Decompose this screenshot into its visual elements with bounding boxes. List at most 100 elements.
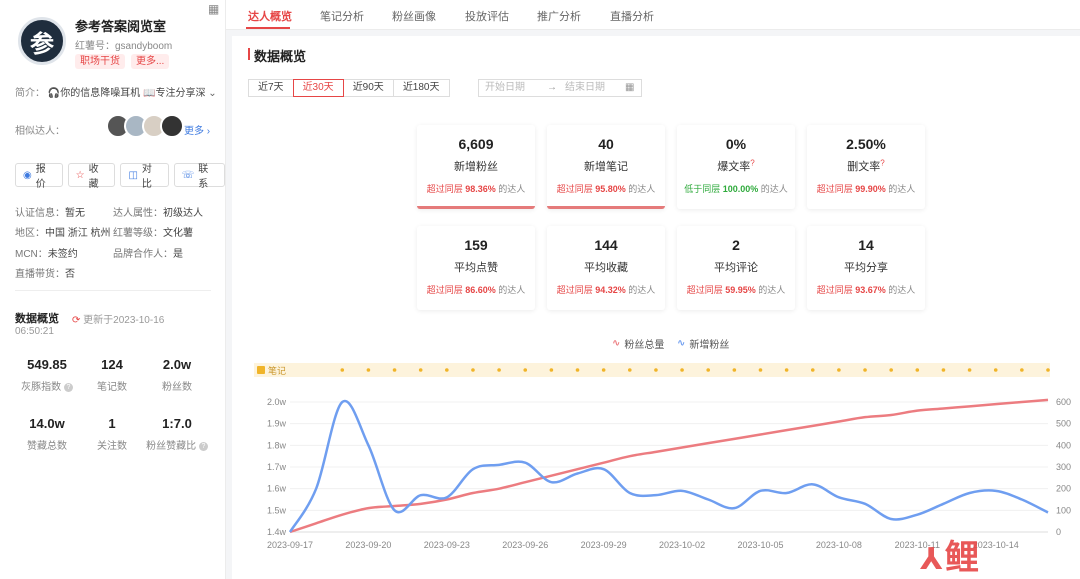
note-dot: [523, 368, 528, 372]
legend-new-fans[interactable]: ∿ 新增粉丝: [677, 336, 729, 351]
help-icon[interactable]: ?: [750, 158, 754, 167]
section-title: 数据概览: [248, 46, 306, 65]
action-bar: ◉ 报价 ☆ 收藏 ◫ 对比 ☏ 联系: [15, 163, 225, 190]
y-left-tick: 1.9w: [267, 419, 287, 429]
note-dot: [654, 368, 658, 372]
update-status[interactable]: ⟳ 更新于2023-10-16: [72, 311, 164, 326]
compare-button[interactable]: ◫ 对比: [120, 163, 169, 190]
y-left-tick: 1.7w: [267, 462, 287, 472]
x-tick: 2023-09-23: [424, 540, 470, 550]
card-delete-rate: 2.50% 删文率? 超过同层 99.90% 的达人: [807, 125, 925, 209]
qr-code-icon[interactable]: ▦: [208, 2, 222, 16]
stat-following: 1 关注数: [97, 416, 127, 452]
card-hit-rate: 0% 爆文率? 低于同层 100.00% 的达人: [677, 125, 795, 209]
note-dot: [392, 368, 397, 372]
note-dot: [445, 368, 449, 372]
note-dot: [497, 368, 501, 372]
quote-label: 报价: [35, 164, 46, 190]
legend-total-fans[interactable]: ∿ 粉丝总量: [612, 336, 664, 351]
note-dot: [340, 368, 345, 372]
card-avg-shares: 14 平均分享 超过同层 93.67% 的达人: [807, 226, 925, 310]
note-dot: [627, 368, 632, 372]
similar-avatar[interactable]: [160, 114, 184, 138]
tab-live[interactable]: 直播分析: [610, 8, 654, 24]
info-brand: 品牌合作人：是: [113, 249, 183, 260]
update-date: 更新于2023-10-16: [83, 315, 165, 326]
start-date-input[interactable]: 开始日期: [485, 80, 525, 96]
help-icon[interactable]: ?: [198, 442, 208, 451]
favorite-label: 收藏: [88, 164, 99, 190]
info-live: 直播带货：否: [15, 269, 75, 280]
info-region: 地区：中国 浙江 杭州: [15, 228, 111, 239]
tab-fans[interactable]: 粉丝画像: [392, 8, 436, 24]
note-dot: [680, 368, 684, 372]
arrow-right-icon: →: [547, 82, 557, 93]
info-mcn: MCN：未签约: [15, 249, 78, 260]
watermark-text: 鲤: [944, 538, 981, 578]
tag-career[interactable]: 职场干货: [75, 54, 125, 69]
quote-icon: ◉: [23, 169, 32, 181]
watermark-mark: ⅄: [920, 542, 945, 577]
x-tick: 2023-09-26: [502, 540, 548, 550]
date-range-picker[interactable]: 开始日期 → 结束日期 ▦: [478, 79, 642, 97]
red-id: 红薯号：gsandyboom: [75, 41, 173, 52]
tag-more[interactable]: 更多...: [131, 54, 170, 69]
y-right-tick: 500: [1056, 419, 1071, 429]
range-30d[interactable]: 近30天: [292, 79, 344, 97]
update-time: 06:50:21: [15, 326, 54, 337]
wave-icon: ∿: [677, 338, 686, 349]
similar-more-link[interactable]: 更多 ›: [184, 122, 210, 137]
range-180d[interactable]: 近180天: [392, 79, 450, 97]
range-7d[interactable]: 近7天: [248, 79, 294, 97]
favorite-button[interactable]: ☆ 收藏: [67, 163, 116, 190]
calendar-icon[interactable]: ▦: [625, 80, 634, 96]
card-avg-likes: 159 平均点赞 超过同层 86.60% 的达人: [417, 226, 535, 310]
tab-overview[interactable]: 达人概览: [248, 8, 292, 24]
note-dot: [1020, 368, 1024, 372]
intro-text: 🎧你的信息降噪耳机 📖专注分享深: [47, 88, 206, 99]
stat-fans: 2.0w 粉丝数: [162, 357, 192, 393]
help-icon[interactable]: ?: [63, 383, 73, 392]
note-dot: [366, 368, 371, 372]
note-dot: [784, 368, 789, 372]
range-90d[interactable]: 近90天: [342, 79, 394, 97]
tab-bar: 达人概览 笔记分析 粉丝画像 投放评估 推广分析 直播分析: [226, 0, 1080, 30]
quote-button[interactable]: ◉ 报价: [15, 163, 63, 190]
legend-label: 新增粉丝: [689, 340, 730, 351]
y-left-tick: 1.6w: [267, 484, 287, 494]
end-date-input[interactable]: 结束日期: [565, 80, 605, 96]
range-selector: 近7天 近30天 近90天 近180天: [248, 79, 450, 97]
chevron-down-icon[interactable]: ⌄: [208, 88, 216, 99]
compare-label: 对比: [141, 164, 152, 190]
y-right-tick: 300: [1056, 462, 1071, 472]
compare-icon: ◫: [128, 169, 138, 181]
watermark-logo: ⅄鲤: [920, 530, 981, 579]
x-tick: 2023-09-20: [345, 540, 391, 550]
refresh-icon[interactable]: ⟳: [72, 315, 80, 326]
note-dot: [915, 368, 920, 372]
y-right-tick: 400: [1056, 440, 1071, 450]
tab-placement[interactable]: 投放评估: [465, 8, 509, 24]
stat-likes-collects: 14.0w 赞藏总数: [27, 416, 67, 452]
x-tick: 2023-10-08: [816, 540, 862, 550]
star-icon: ☆: [75, 169, 85, 181]
note-dot: [863, 368, 867, 372]
stat-notes: 124 笔记数: [97, 357, 127, 393]
tab-promotion[interactable]: 推广分析: [537, 8, 581, 24]
note-dot: [471, 368, 475, 372]
profile-intro[interactable]: 简介： 🎧你的信息降噪耳机 📖专注分享深 ⌄: [15, 84, 217, 99]
series-new-fans-line: [288, 399, 1049, 533]
avatar: 参: [18, 17, 66, 65]
note-dot: [575, 368, 580, 372]
profile-sidebar: 参 参考答案阅览室 ▦ 红薯号：gsandyboom 职场干货 更多... 简介…: [0, 0, 226, 579]
stat-index: 549.85 灰豚指数 ?: [12, 357, 82, 393]
help-icon[interactable]: ?: [880, 158, 884, 167]
tab-notes[interactable]: 笔记分析: [320, 8, 364, 24]
note-band: [254, 363, 1050, 377]
note-dot: [706, 368, 711, 372]
note-dot: [993, 368, 998, 372]
note-dot: [758, 368, 763, 372]
similar-avatars[interactable]: [106, 114, 184, 138]
contact-button[interactable]: ☏ 联系: [173, 163, 225, 190]
note-dot: [418, 368, 423, 372]
